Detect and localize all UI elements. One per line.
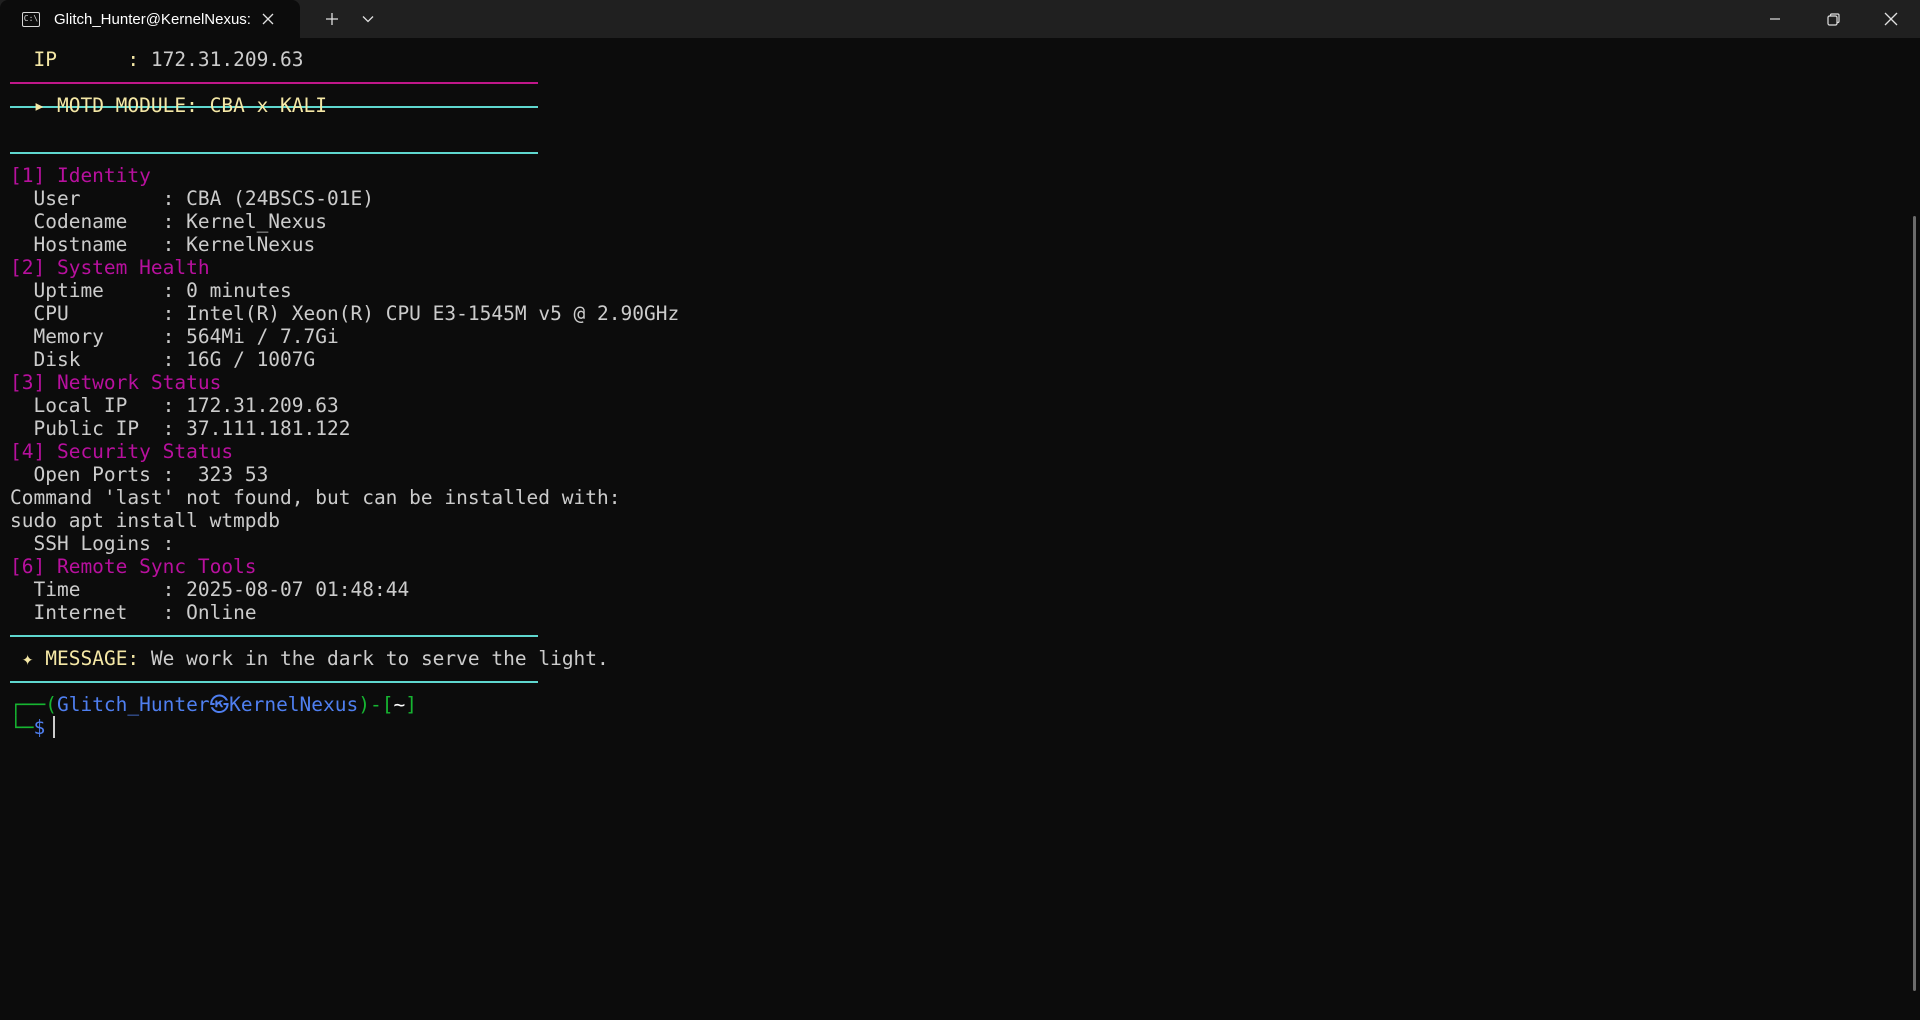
prompt-user: Glitch_Hunter xyxy=(56,693,210,716)
row-value: Intel(R) Xeon(R) CPU E3-1545M v5 @ 2.90G… xyxy=(186,302,680,325)
row-value: 2025-08-07 01:48:44 xyxy=(186,578,410,601)
row-label: SSH Logins : xyxy=(33,532,175,555)
prompt-prefix: ┌──( xyxy=(10,693,57,716)
row-value: 172.31.209.63 xyxy=(186,394,339,417)
restore-button[interactable] xyxy=(1804,0,1862,38)
remote-sync-row: Time : 2025-08-07 01:48:44 xyxy=(10,578,409,601)
network-row: Public IP : 37.111.181.122 xyxy=(10,417,351,440)
prompt-dollar: $ xyxy=(33,716,46,739)
minimize-icon xyxy=(1770,18,1780,20)
scrollbar-thumb[interactable] xyxy=(1913,216,1916,991)
identity-row: User : CBA (24BSCS-01E) xyxy=(10,187,374,210)
magenta-rule xyxy=(10,82,538,84)
message-label: MESSAGE: xyxy=(45,647,140,670)
message-text: We work in the dark to serve the light. xyxy=(150,647,609,670)
row-label: Codename : xyxy=(33,210,175,233)
prompt-line-2[interactable]: └─$ xyxy=(10,716,56,739)
close-window-button[interactable] xyxy=(1862,0,1920,38)
motd-title: MOTD MODULE: CBA x KALI xyxy=(56,94,328,117)
section-header-remote-sync: [6] Remote Sync Tools xyxy=(10,555,257,578)
prompt-line-1: ┌──(Glitch_Hunter㉿KernelNexus)-[~] xyxy=(10,693,417,716)
tab-title: Glitch_Hunter@KernelNexus: xyxy=(54,10,251,28)
row-value: 37.111.181.122 xyxy=(186,417,351,440)
title-bar: C:\ Glitch_Hunter@KernelNexus: xyxy=(0,0,1920,38)
row-value: KernelNexus xyxy=(186,233,316,256)
terminal-tab[interactable]: C:\ Glitch_Hunter@KernelNexus: xyxy=(0,0,300,38)
close-icon xyxy=(262,13,274,25)
ssh-logins-row: SSH Logins : xyxy=(10,532,186,555)
tab-close-button[interactable] xyxy=(258,9,278,29)
motd-header: ▸ MOTD MODULE: CBA x KALI xyxy=(10,94,327,117)
open-ports-row: Open Ports : 323 53 xyxy=(10,463,268,486)
health-row: Memory : 564Mi / 7.7Gi xyxy=(10,325,339,348)
restore-icon xyxy=(1826,12,1840,26)
health-row: Disk : 16G / 1007G xyxy=(10,348,315,371)
remote-sync-row: Internet : Online xyxy=(10,601,257,624)
ip-line: IP : 172.31.209.63 xyxy=(10,48,304,71)
row-label: Internet : xyxy=(33,601,175,624)
row-label: Uptime : xyxy=(33,279,175,302)
chevron-down-icon xyxy=(362,16,374,23)
prompt-host: KernelNexus xyxy=(229,693,359,716)
identity-row: Hostname : KernelNexus xyxy=(10,233,315,256)
prompt-cwd: ~ xyxy=(393,693,406,716)
ip-label-text: IP : xyxy=(33,48,140,71)
minimize-button[interactable] xyxy=(1746,0,1804,38)
network-row: Local IP : 172.31.209.63 xyxy=(10,394,339,417)
row-label: Memory : xyxy=(33,325,175,348)
row-label: Time : xyxy=(33,578,175,601)
ip-label xyxy=(10,48,33,71)
row-value: 0 minutes xyxy=(186,279,292,302)
terminal-output[interactable]: IP : 172.31.209.63 ▸ MOTD MODULE: CBA x … xyxy=(0,38,1908,1020)
row-value: 323 53 xyxy=(186,463,269,486)
new-tab-button[interactable] xyxy=(314,0,350,38)
identity-row: Codename : Kernel_Nexus xyxy=(10,210,327,233)
row-label: Local IP : xyxy=(33,394,175,417)
tab-dropdown-button[interactable] xyxy=(350,0,386,38)
prompt-corner: └─ xyxy=(10,716,34,739)
section-header-security-status: [4] Security Status xyxy=(10,440,234,463)
install-hint-line: sudo apt install wtmpdb xyxy=(10,509,281,532)
section-header-identity: [1] Identity xyxy=(10,164,151,187)
motd-marker: ▸ xyxy=(33,94,46,117)
row-value: CBA (24BSCS-01E) xyxy=(186,187,374,210)
row-value: Kernel_Nexus xyxy=(186,210,328,233)
window-controls xyxy=(1746,0,1920,38)
row-label: Open Ports : xyxy=(33,463,175,486)
scrollbar[interactable] xyxy=(1908,38,1920,1020)
ip-value: 172.31.209.63 xyxy=(150,48,304,71)
text-cursor xyxy=(53,716,56,738)
close-icon xyxy=(1884,12,1898,26)
cyan-rule-message-top xyxy=(10,635,538,637)
row-label: Hostname : xyxy=(33,233,175,256)
row-value: Online xyxy=(186,601,257,624)
plus-icon xyxy=(326,13,338,25)
section-header-system-health: [2] System Health xyxy=(10,256,210,279)
sparkle-icon: ✦ xyxy=(21,647,34,670)
health-row: CPU : Intel(R) Xeon(R) CPU E3-1545M v5 @… xyxy=(10,302,679,325)
prompt-mid: )-[ xyxy=(358,693,394,716)
health-row: Uptime : 0 minutes xyxy=(10,279,292,302)
command-not-found-line: Command 'last' not found, but can be ins… xyxy=(10,486,621,509)
message-line: ✦ MESSAGE: We work in the dark to serve … xyxy=(10,647,609,670)
prompt-at-icon: ㉿ xyxy=(209,693,230,716)
cyan-rule-bottom xyxy=(10,152,538,154)
row-label: User : xyxy=(33,187,175,210)
row-label: Public IP : xyxy=(33,417,175,440)
terminal-icon: C:\ xyxy=(22,11,40,27)
row-value: 564Mi / 7.7Gi xyxy=(186,325,339,348)
row-label: Disk : xyxy=(33,348,175,371)
cyan-rule-message-bottom xyxy=(10,681,538,683)
prompt-end: ] xyxy=(405,693,417,716)
section-header-network-status: [3] Network Status xyxy=(10,371,222,394)
row-value: 16G / 1007G xyxy=(186,348,316,371)
row-label: CPU : xyxy=(33,302,175,325)
